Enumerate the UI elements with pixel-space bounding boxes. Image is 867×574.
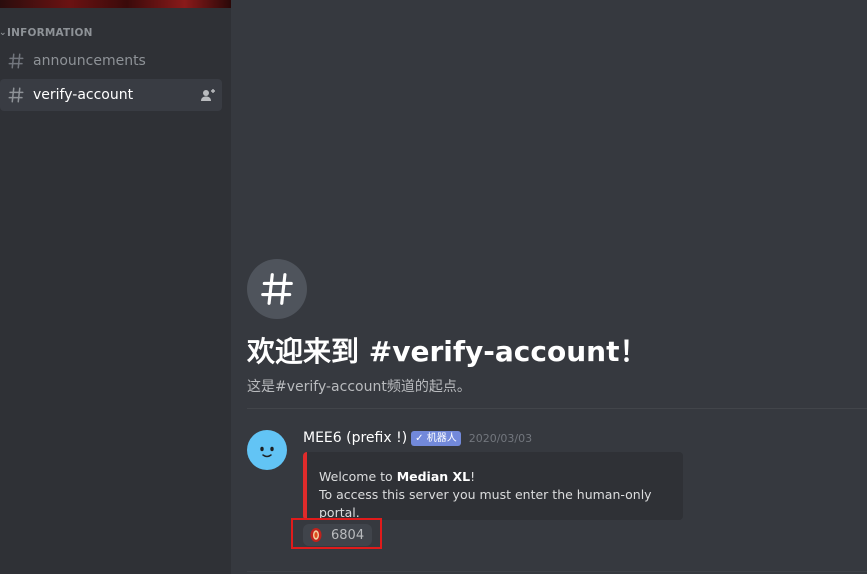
message-timestamp: 2020/03/03 <box>468 431 533 445</box>
bot-face-icon <box>260 446 274 458</box>
embed-line-1: Welcome to Median XL! <box>319 468 671 486</box>
channel-sidebar: ⌄ INFORMATION announcements verify-accou… <box>0 0 231 574</box>
channel-hashtag-icon <box>247 259 307 319</box>
sidebar-item-verify-account[interactable]: verify-account <box>0 79 222 111</box>
bot-tag: ✓ 机器人 <box>411 430 461 446</box>
server-banner[interactable] <box>0 0 231 8</box>
sidebar-item-announcements[interactable]: announcements <box>0 45 222 77</box>
embed-text-suffix: ! <box>470 469 476 484</box>
bottom-divider <box>247 571 867 572</box>
message-header: MEE6 (prefix !) ✓ 机器人 2020/03/03 <box>303 429 532 447</box>
category-information[interactable]: ⌄ INFORMATION <box>0 24 93 42</box>
embed-line-2: To access this server you must enter the… <box>319 487 652 520</box>
portal-emoji-icon <box>310 528 322 542</box>
reaction-button[interactable]: 6804 <box>303 524 372 546</box>
channel-label: verify-account <box>33 87 134 103</box>
category-label: INFORMATION <box>7 27 93 39</box>
hashtag-icon <box>8 53 24 69</box>
message-username[interactable]: MEE6 (prefix !) <box>303 430 407 446</box>
message-embed: Welcome to Median XL! To access this ser… <box>303 452 683 520</box>
chevron-down-icon: ⌄ <box>0 28 7 38</box>
reaction-count: 6804 <box>331 527 365 543</box>
hashtag-icon <box>261 273 293 305</box>
embed-text-prefix: Welcome to <box>319 469 397 484</box>
welcome-subtitle: 这是#verify-account频道的起点。 <box>247 379 471 395</box>
hashtag-icon <box>8 87 24 103</box>
welcome-title: 欢迎来到 #verify-account！ <box>247 335 648 368</box>
embed-bold-server-name: Median XL <box>396 469 471 484</box>
channel-label: announcements <box>33 53 146 69</box>
avatar[interactable] <box>247 430 287 470</box>
message-divider <box>247 408 867 409</box>
create-invite-icon[interactable] <box>200 87 216 103</box>
